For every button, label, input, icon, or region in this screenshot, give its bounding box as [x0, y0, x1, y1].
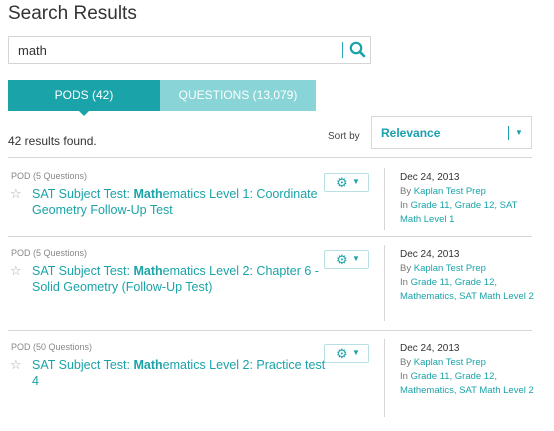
list-item: POD (5 Questions) ☆ SAT Subject Test: Ma… — [8, 168, 534, 231]
item-actions-button[interactable]: ⚙ ▼ — [324, 344, 369, 363]
item-title[interactable]: SAT Subject Test: Mathematics Level 2: P… — [32, 357, 326, 389]
item-kind: POD (5 Questions) — [11, 171, 88, 181]
sort-select[interactable]: Relevance ▼ — [371, 116, 532, 149]
divider — [8, 157, 532, 158]
search-separator — [342, 42, 343, 58]
search-input[interactable]: math — [8, 36, 371, 64]
star-icon[interactable]: ☆ — [10, 263, 22, 279]
sort-separator — [508, 126, 509, 140]
tags-links[interactable]: Grade 11, Grade 12, Mathematics, SAT Mat… — [400, 371, 534, 396]
tab-pods[interactable]: PODS (42) — [8, 80, 160, 116]
tab-questions[interactable]: QUESTIONS (13,079) — [160, 80, 316, 111]
search-icon[interactable] — [347, 40, 369, 60]
item-actions-button[interactable]: ⚙ ▼ — [324, 173, 369, 192]
tags-links[interactable]: Grade 11, Grade 12, Mathematics, SAT Mat… — [400, 277, 534, 302]
chevron-down-icon[interactable]: ▼ — [515, 128, 523, 137]
item-meta: Dec 24, 2013 By Kaplan Test Prep In Grad… — [400, 171, 534, 227]
divider — [384, 339, 385, 417]
sort-value[interactable]: Relevance — [381, 126, 440, 140]
gear-icon[interactable]: ⚙ — [336, 252, 348, 268]
item-kind: POD (50 Questions) — [11, 342, 93, 352]
gear-icon[interactable]: ⚙ — [336, 346, 348, 362]
chevron-down-icon[interactable]: ▼ — [352, 348, 360, 357]
list-item: POD (5 Questions) ☆ SAT Subject Test: Ma… — [8, 245, 534, 321]
item-date: Dec 24, 2013 — [400, 343, 460, 354]
item-title[interactable]: SAT Subject Test: Mathematics Level 2: C… — [32, 263, 326, 295]
author-link[interactable]: Kaplan Test Prep — [414, 263, 486, 274]
item-title[interactable]: SAT Subject Test: Mathematics Level 1: C… — [32, 186, 326, 218]
star-icon[interactable]: ☆ — [10, 357, 22, 373]
page-title: Search Results — [8, 3, 137, 24]
sort-label: Sort by — [328, 131, 360, 142]
author-link[interactable]: Kaplan Test Prep — [414, 186, 486, 197]
item-date: Dec 24, 2013 — [400, 172, 460, 183]
item-date: Dec 24, 2013 — [400, 249, 460, 260]
list-item: POD (50 Questions) ☆ SAT Subject Test: M… — [8, 339, 534, 417]
item-meta: Dec 24, 2013 By Kaplan Test Prep In Grad… — [400, 343, 534, 396]
divider — [8, 330, 532, 331]
search-query[interactable]: math — [18, 43, 47, 58]
divider — [384, 168, 385, 230]
search-button[interactable] — [347, 40, 369, 60]
gear-icon[interactable]: ⚙ — [336, 175, 348, 191]
item-actions-button[interactable]: ⚙ ▼ — [324, 250, 369, 269]
divider — [384, 245, 385, 321]
item-kind: POD (5 Questions) — [11, 248, 88, 258]
chevron-down-icon[interactable]: ▼ — [352, 177, 360, 186]
results-count: 42 results found. — [8, 134, 97, 148]
star-icon[interactable]: ☆ — [10, 186, 22, 202]
author-link[interactable]: Kaplan Test Prep — [414, 357, 486, 368]
chevron-down-icon[interactable]: ▼ — [352, 254, 360, 263]
divider — [8, 236, 532, 237]
item-meta: Dec 24, 2013 By Kaplan Test Prep In Grad… — [400, 249, 534, 302]
tags-links[interactable]: Grade 11, Grade 12, SAT Math Level 1 — [400, 200, 517, 225]
